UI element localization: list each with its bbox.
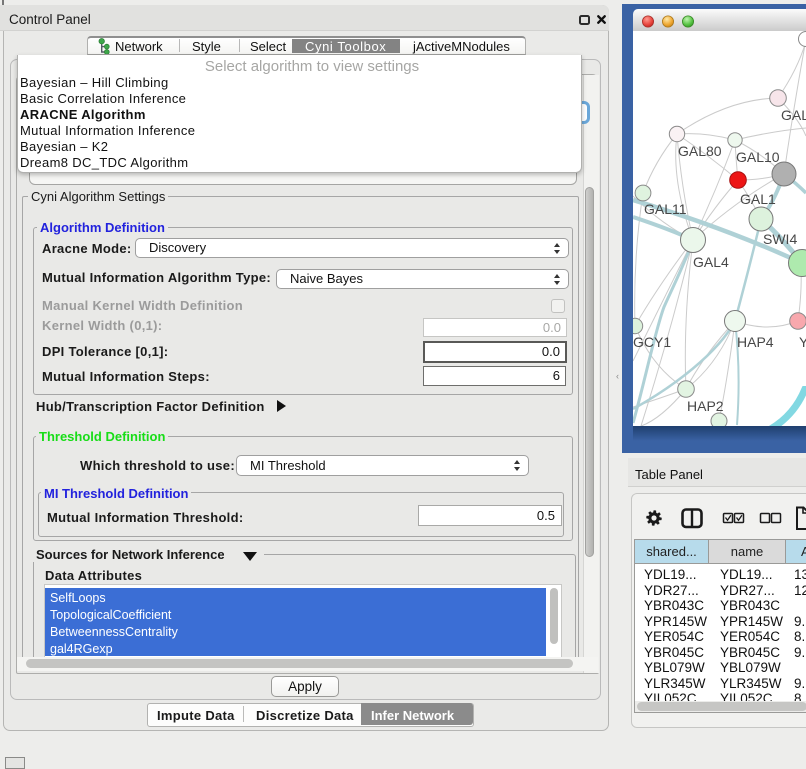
svg-text:SWI4: SWI4	[763, 231, 797, 247]
svg-text:GAL10: GAL10	[736, 149, 780, 165]
svg-text:HAP2: HAP2	[687, 398, 724, 414]
svg-text:GAL11: GAL11	[644, 201, 687, 217]
svg-text:Y: Y	[799, 334, 806, 350]
svg-text:GAL7: GAL7	[781, 107, 806, 123]
svg-text:GAL4: GAL4	[693, 254, 729, 270]
svg-text:HAP4: HAP4	[737, 334, 774, 350]
svg-text:GAL1: GAL1	[740, 191, 776, 207]
svg-text:GCY1: GCY1	[633, 334, 671, 350]
svg-text:GAL80: GAL80	[678, 143, 722, 159]
